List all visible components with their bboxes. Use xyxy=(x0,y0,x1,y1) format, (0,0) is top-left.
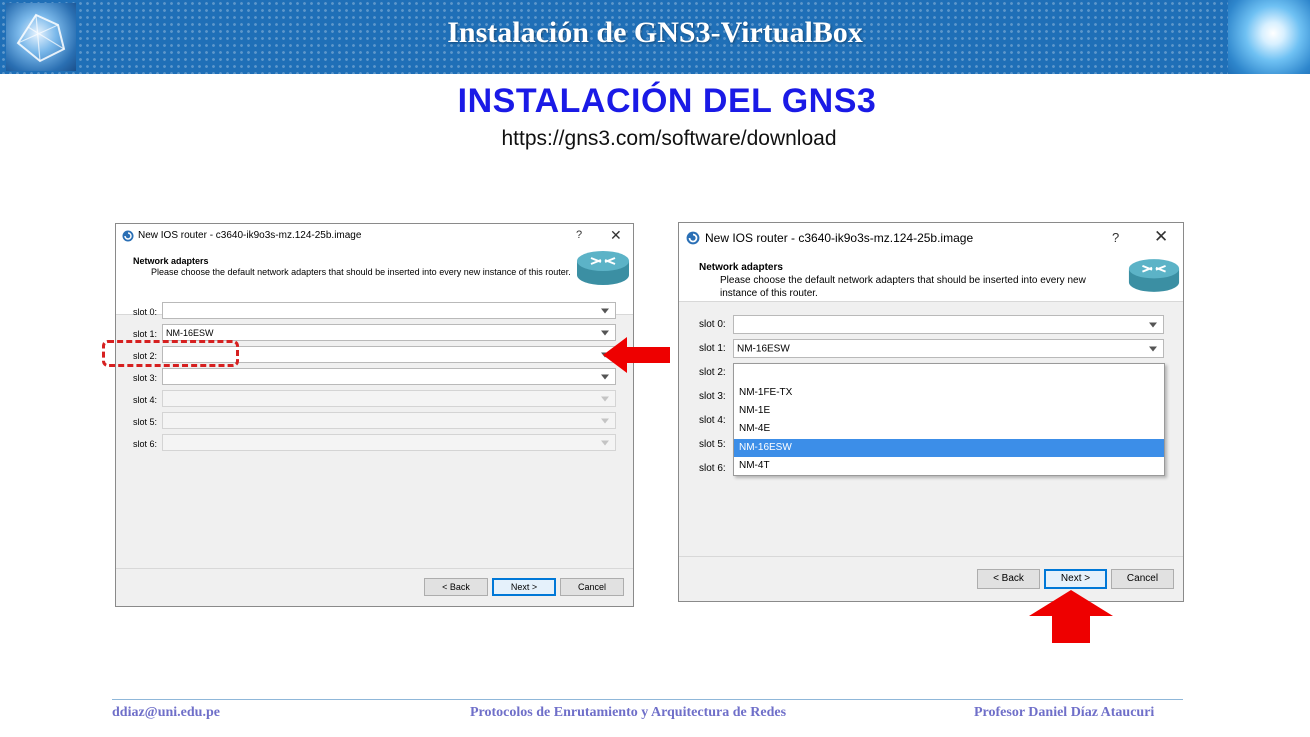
back-button[interactable]: < Back xyxy=(977,569,1040,589)
slot-4-label: slot 4: xyxy=(699,415,726,426)
slot-1-value: NM-16ESW xyxy=(737,343,790,354)
dialog-title: New IOS router - c3640-ik9o3s-mz.124-25b… xyxy=(138,230,362,241)
footer-divider xyxy=(112,699,1183,700)
download-url: https://gns3.com/software/download xyxy=(501,127,837,150)
new-ios-router-dialog-left: New IOS router - c3640-ik9o3s-mz.124-25b… xyxy=(115,223,634,607)
slot-6-label: slot 6: xyxy=(133,439,158,449)
help-button[interactable]: ? xyxy=(576,229,582,241)
slot-5-label: slot 5: xyxy=(133,417,158,427)
chevron-down-icon xyxy=(601,330,609,335)
slot-6-label: slot 6: xyxy=(699,463,726,474)
slot-1-value: NM-16ESW xyxy=(166,327,214,338)
gns3-icon xyxy=(686,231,700,245)
slot-3-combo[interactable] xyxy=(162,368,616,385)
highlight-slot-2-box xyxy=(102,340,239,367)
slot-4-label: slot 4: xyxy=(133,395,158,405)
dropdown-option[interactable]: NM-1E xyxy=(734,402,1164,420)
header-banner: Instalación de GNS3-VirtualBox xyxy=(0,0,1310,74)
next-button[interactable]: Next > xyxy=(492,578,556,596)
section-title: Network adapters xyxy=(699,262,783,273)
slot-2-label: slot 2: xyxy=(699,367,726,378)
up-arrow-icon xyxy=(1029,590,1113,643)
left-arrow-icon xyxy=(603,337,670,373)
slot-3-label: slot 3: xyxy=(133,373,158,383)
footer-professor: Profesor Daniel Díaz Ataucuri xyxy=(974,705,1155,720)
cancel-button[interactable]: Cancel xyxy=(1111,569,1174,589)
dialog-titlebar: New IOS router - c3640-ik9o3s-mz.124-25b… xyxy=(116,224,633,248)
help-button[interactable]: ? xyxy=(1112,230,1119,245)
chevron-down-icon xyxy=(601,440,609,445)
slot-5-label: slot 5: xyxy=(699,439,726,450)
dropdown-option-empty[interactable] xyxy=(734,365,1164,383)
dropdown-option-selected[interactable]: NM-16ESW xyxy=(734,439,1164,457)
section-description: Please choose the default network adapte… xyxy=(151,267,571,277)
chevron-down-icon xyxy=(1149,322,1157,327)
slot-0-combo[interactable] xyxy=(733,315,1164,334)
slot-0-combo[interactable] xyxy=(162,302,616,319)
slot-3-label: slot 3: xyxy=(699,391,726,402)
dropdown-option[interactable]: NM-4E xyxy=(734,420,1164,438)
slot-1-combo[interactable]: NM-16ESW xyxy=(733,339,1164,358)
footer-course: Protocolos de Enrutamiento y Arquitectur… xyxy=(470,705,787,720)
chevron-down-icon xyxy=(601,374,609,379)
router-icon xyxy=(1128,259,1180,292)
slot-5-combo[interactable] xyxy=(162,412,616,429)
chevron-down-icon xyxy=(601,308,609,313)
page-title: INSTALACIÓN DEL GNS3 xyxy=(457,82,877,120)
back-button[interactable]: < Back xyxy=(424,578,488,596)
cancel-button[interactable]: Cancel xyxy=(560,578,624,596)
slot-0-label: slot 0: xyxy=(133,307,158,317)
close-icon[interactable]: ✕ xyxy=(610,227,622,244)
section-description: Please choose the default network adapte… xyxy=(720,275,1086,299)
banner-title: Instalación de GNS3-VirtualBox xyxy=(447,16,863,49)
slot-4-combo[interactable] xyxy=(162,390,616,407)
new-ios-router-dialog-right: New IOS router - c3640-ik9o3s-mz.124-25b… xyxy=(678,222,1184,602)
dropdown-option[interactable]: NM-1FE-TX xyxy=(734,384,1164,402)
chevron-down-icon xyxy=(601,396,609,401)
wizard-header: Network adapters Please choose the defau… xyxy=(679,251,1183,302)
wizard-footer: < Back Next > Cancel xyxy=(116,568,633,606)
close-icon[interactable]: ✕ xyxy=(1154,227,1168,247)
chevron-down-icon xyxy=(1149,346,1157,351)
slot-6-combo[interactable] xyxy=(162,434,616,451)
dialog-titlebar: New IOS router - c3640-ik9o3s-mz.124-25b… xyxy=(679,223,1183,251)
slot-1-label: slot 1: xyxy=(699,343,726,354)
section-title: Network adapters xyxy=(133,256,209,266)
sunburst-decoration xyxy=(1228,0,1310,74)
dropdown-option[interactable]: NM-4T xyxy=(734,457,1164,475)
chevron-down-icon xyxy=(601,418,609,423)
slot-0-label: slot 0: xyxy=(699,319,726,330)
footer-email[interactable]: ddiaz@uni.edu.pe xyxy=(112,705,220,721)
router-icon xyxy=(577,251,629,285)
slot-2-dropdown-list: NM-1FE-TX NM-1E NM-4E NM-16ESW NM-4T xyxy=(733,363,1165,476)
next-button[interactable]: Next > xyxy=(1044,569,1107,589)
gns3-icon xyxy=(122,230,134,242)
slot-1-label: slot 1: xyxy=(133,329,158,339)
dialog-title: New IOS router - c3640-ik9o3s-mz.124-25b… xyxy=(705,231,974,245)
slot-1-combo[interactable]: NM-16ESW xyxy=(162,324,616,341)
